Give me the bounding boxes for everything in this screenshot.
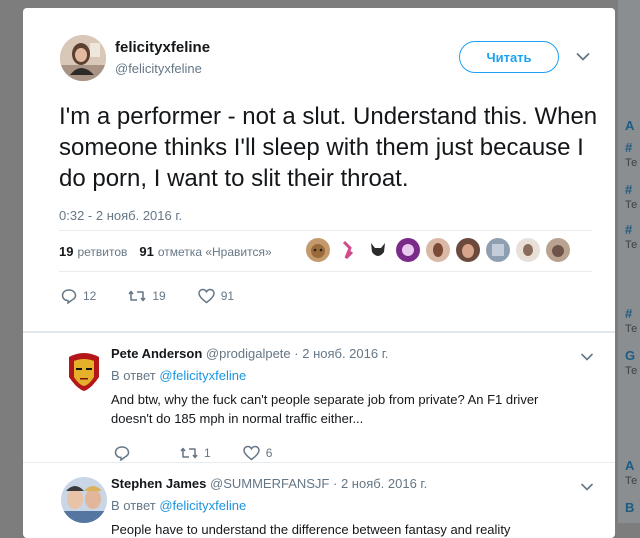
like-action[interactable]: 6 [242, 445, 273, 461]
tweet-timestamp[interactable]: 0:32 - 2 нояб. 2016 г. [59, 208, 182, 223]
tweet-text: I'm a performer - not a slut. Understand… [59, 103, 598, 192]
reply-count: 12 [83, 289, 97, 303]
reply-date[interactable]: · 2 нояб. 2016 г. [294, 346, 388, 361]
backdrop-text: # [625, 140, 633, 155]
tweet-permalink-modal: felicityxfeline @felicityxfeline Читать … [23, 8, 615, 538]
liker-avatar[interactable] [336, 238, 360, 262]
chevron-down-icon[interactable] [581, 353, 593, 361]
backdrop-text: Те [625, 199, 638, 211]
divider [59, 271, 592, 272]
reply-text: And btw, why the fuck can't people separ… [111, 392, 539, 426]
divider [59, 230, 592, 231]
follow-button[interactable]: Читать [459, 41, 559, 73]
backdrop-text: # [625, 222, 633, 237]
backdrop-text: G [625, 348, 636, 363]
like-count: 6 [265, 446, 273, 460]
reply-tweet[interactable]: Pete Anderson @prodigalpete · 2 нояб. 20… [23, 333, 615, 463]
author-avatar[interactable] [60, 35, 106, 81]
backdrop-text: Те [625, 475, 638, 487]
reply-author-name[interactable]: Stephen James [111, 476, 206, 491]
chevron-down-icon[interactable] [576, 52, 590, 62]
reply-author-handle[interactable]: @prodigalpete [206, 346, 291, 361]
author-handle[interactable]: @felicityxfeline [115, 61, 202, 76]
reply-author-avatar[interactable] [61, 347, 107, 393]
retweets-stat[interactable]: 19 ретвитов [59, 244, 127, 259]
backdrop-text: Те [625, 323, 638, 335]
reply-header: Pete Anderson @prodigalpete · 2 нояб. 20… [111, 346, 388, 361]
backdrop-text: B [625, 500, 635, 515]
liker-avatar[interactable] [426, 238, 450, 262]
reply-tweet[interactable]: Stephen James @SUMMERFANSJF · 2 нояб. 20… [23, 463, 615, 538]
liker-avatar[interactable] [516, 238, 540, 262]
heart-icon [242, 445, 260, 461]
tweet-header: felicityxfeline @felicityxfeline Читать [23, 8, 615, 92]
backdrop-text: Те [625, 365, 638, 377]
backdrop-text: # [625, 306, 633, 321]
likes-stat[interactable]: 91 отметка «Нравится» [139, 244, 271, 259]
like-count: 91 [220, 289, 235, 303]
liker-avatar[interactable] [486, 238, 510, 262]
reply-action[interactable] [114, 445, 136, 461]
liker-avatar[interactable] [456, 238, 480, 262]
liker-avatar[interactable] [546, 238, 570, 262]
tweet-actions: 12 19 91 [61, 288, 266, 304]
background-trends-column: A # Те # Те # Те # Те G Те A Те B [618, 0, 640, 523]
reply-actions: 1 6 [114, 445, 304, 461]
reply-date[interactable]: · 2 нояб. 2016 г. [333, 476, 427, 491]
likers-avatars [306, 238, 576, 262]
reply-author-handle[interactable]: @SUMMERFANSJF [210, 476, 329, 491]
backdrop-text: Те [625, 239, 638, 251]
heart-icon [197, 288, 215, 304]
reply-to-link[interactable]: @felicityxfeline [159, 368, 246, 383]
reply-author-name[interactable]: Pete Anderson [111, 346, 202, 361]
retweet-icon [180, 447, 198, 459]
backdrop-text: A [625, 458, 635, 473]
tweet-stats: 19 ретвитов 91 отметка «Нравится» [59, 244, 272, 259]
reply-author-avatar[interactable] [61, 477, 107, 523]
chevron-down-icon[interactable] [581, 483, 593, 491]
retweet-action[interactable]: 1 [180, 445, 211, 461]
retweet-count: 19 [152, 289, 166, 303]
like-action[interactable]: 91 [197, 288, 235, 304]
liker-avatar[interactable] [366, 238, 390, 262]
backdrop-text: A [625, 118, 635, 133]
reply-action[interactable]: 12 [61, 288, 96, 304]
liker-avatar[interactable] [396, 238, 420, 262]
backdrop-text: # [625, 182, 633, 197]
backdrop-text: Те [625, 157, 638, 169]
reply-icon [114, 446, 130, 461]
reply-to-link[interactable]: @felicityxfeline [159, 498, 246, 513]
retweet-icon [128, 290, 146, 302]
author-name[interactable]: felicityxfeline [115, 39, 210, 56]
retweet-count: 1 [204, 446, 211, 460]
reply-to-line: В ответ @felicityxfeline [111, 498, 247, 513]
reply-icon [61, 289, 77, 304]
reply-to-line: В ответ @felicityxfeline [111, 368, 247, 383]
reply-header: Stephen James @SUMMERFANSJF · 2 нояб. 20… [111, 476, 427, 491]
retweet-action[interactable]: 19 [128, 288, 166, 304]
liker-avatar[interactable] [306, 238, 330, 262]
